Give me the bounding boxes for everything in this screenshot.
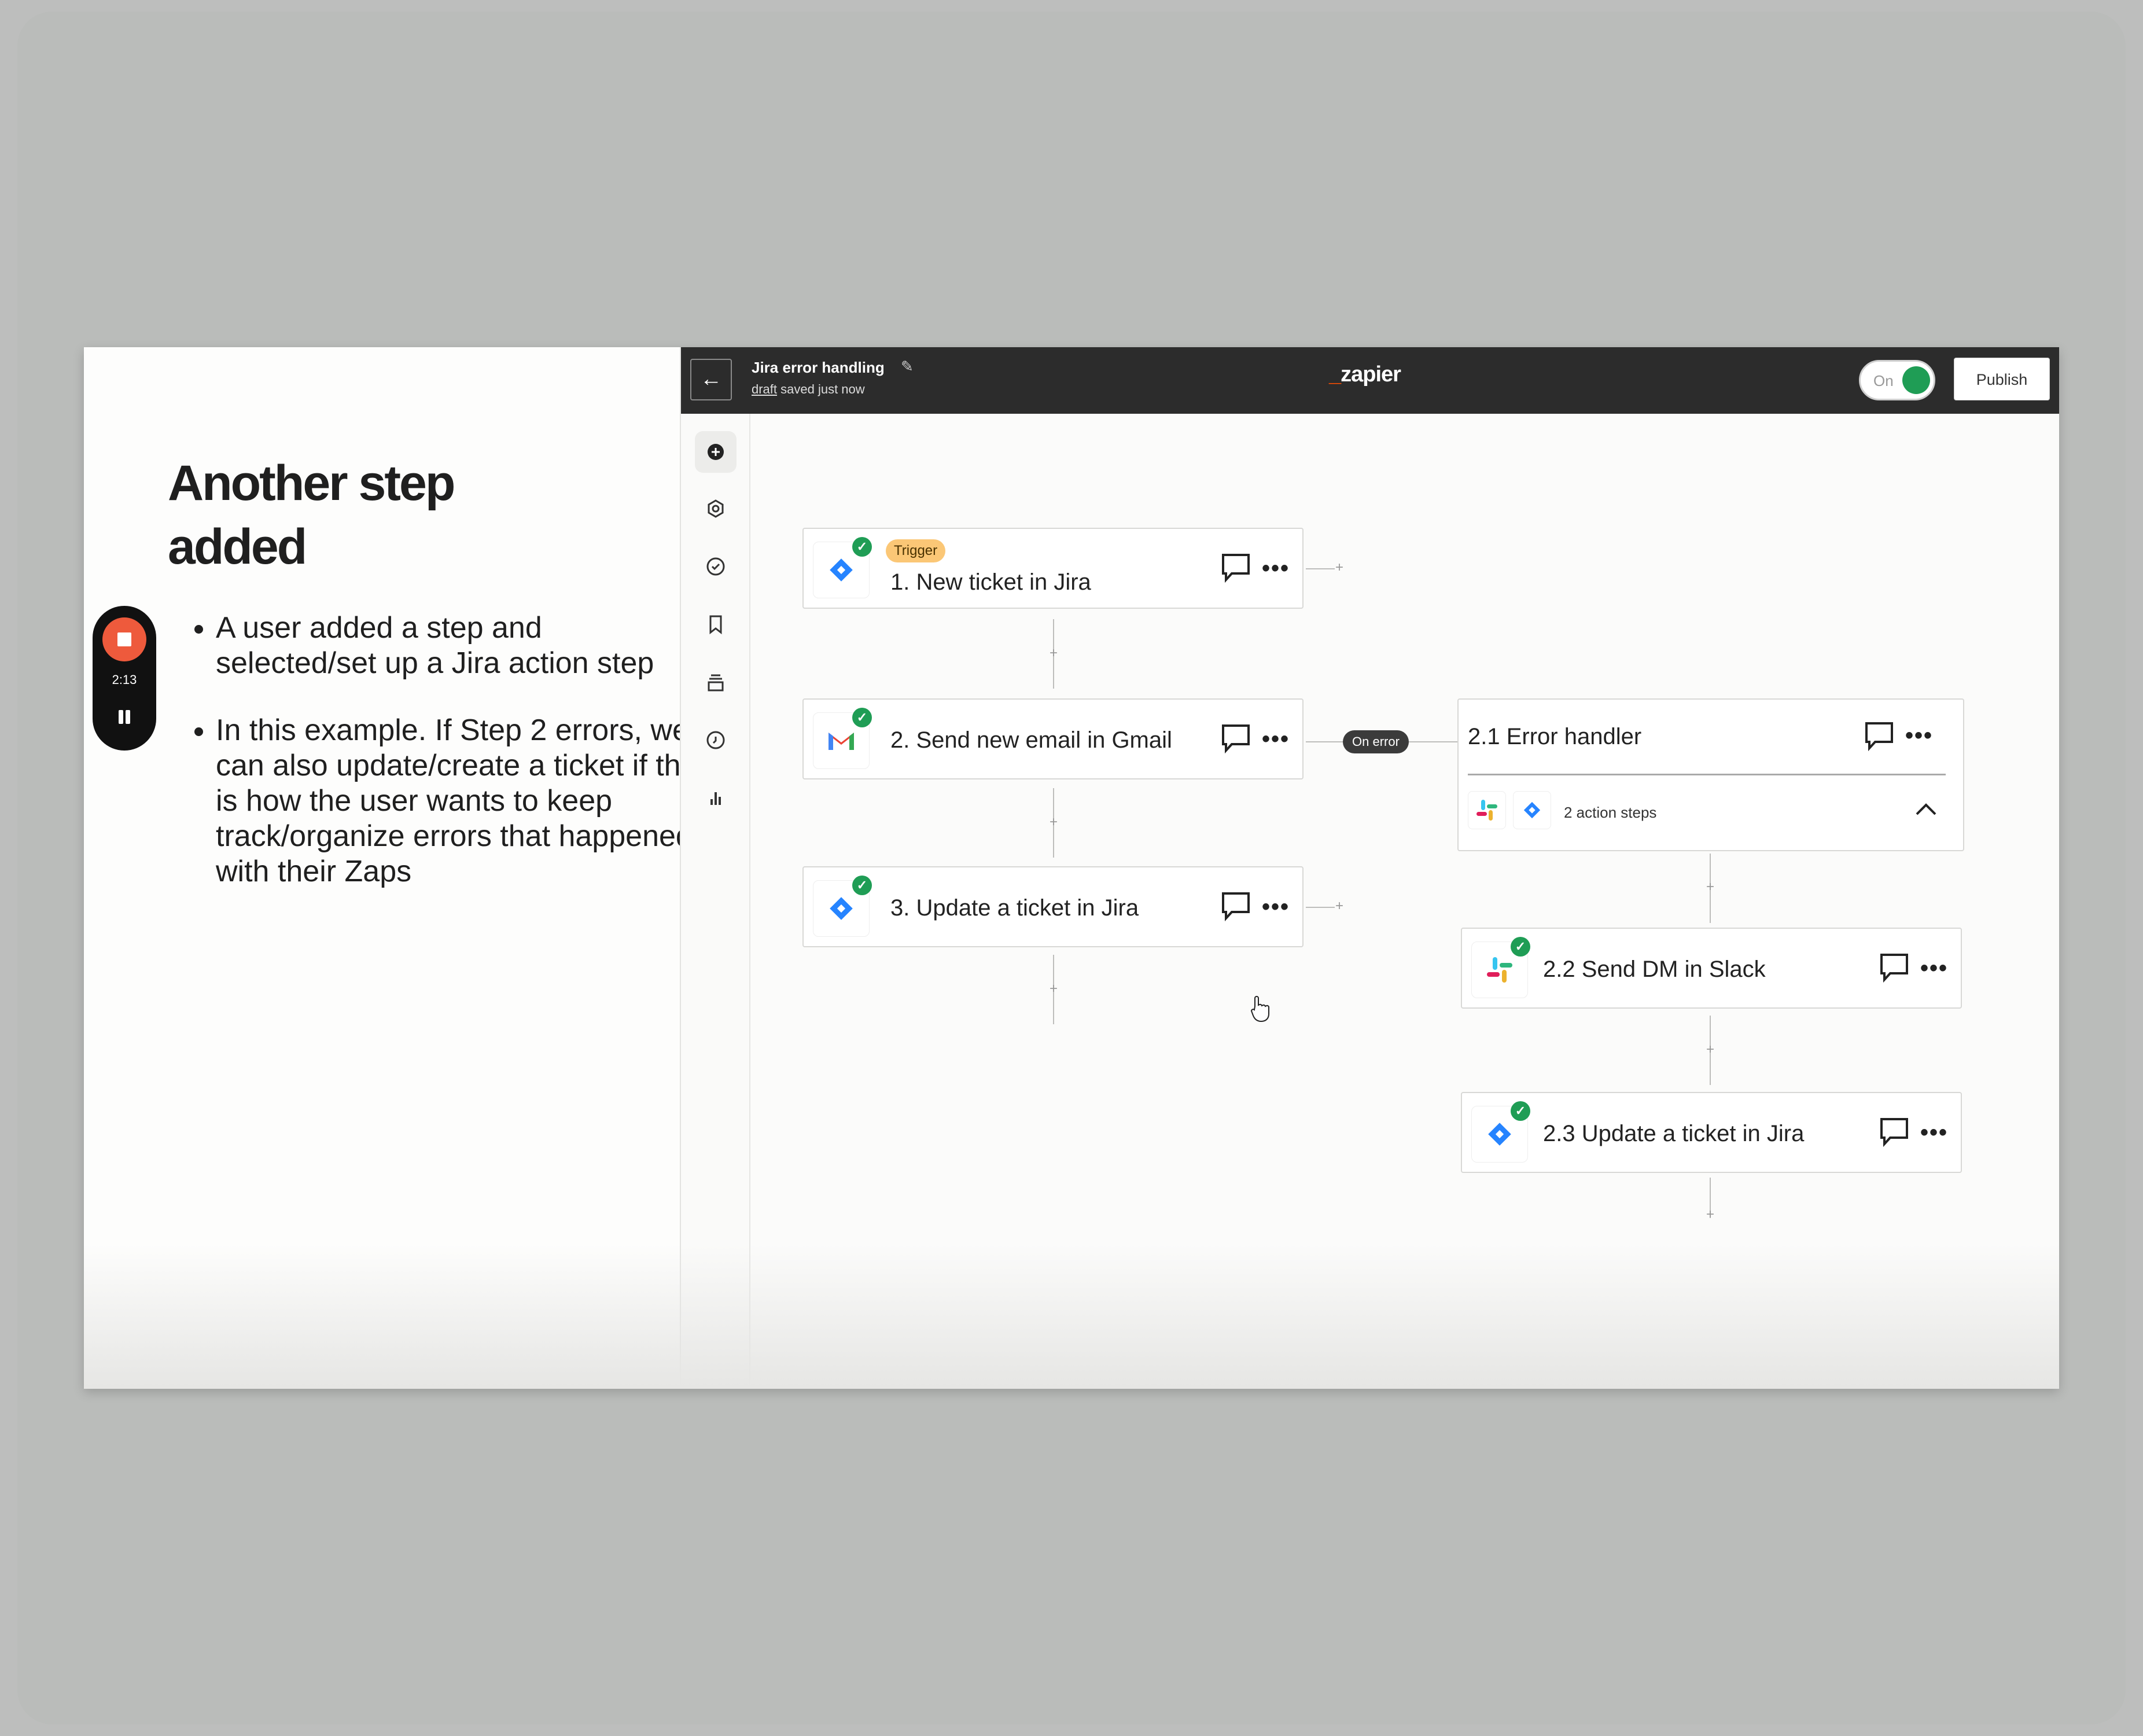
analytics-icon[interactable] xyxy=(695,777,737,819)
add-step-icon[interactable]: + xyxy=(1703,1043,1717,1057)
workflow-canvas: ✓ Trigger 1. New ticket in Jira ••• + + … xyxy=(750,414,2059,1389)
back-button[interactable]: ← xyxy=(690,359,732,400)
action-steps-count: 2 action steps xyxy=(1564,804,1657,821)
settings-icon[interactable] xyxy=(695,488,737,529)
hand-cursor-icon xyxy=(1250,996,1269,1023)
step-title: 1. New ticket in Jira xyxy=(890,569,1091,595)
pause-icon[interactable] xyxy=(115,708,134,726)
comment-icon[interactable] xyxy=(1864,720,1895,752)
versions-icon[interactable] xyxy=(695,661,737,703)
check-icon: ✓ xyxy=(852,876,872,895)
check-icon: ✓ xyxy=(1511,937,1530,957)
check-icon: ✓ xyxy=(852,537,872,557)
stop-recording-button[interactable] xyxy=(102,617,146,661)
connector xyxy=(1306,907,1335,908)
add-path-icon[interactable]: + xyxy=(1332,561,1346,575)
step-title: 2. Send new email in Gmail xyxy=(890,727,1172,753)
comment-icon[interactable] xyxy=(1879,952,1910,983)
draft-link[interactable]: draft xyxy=(752,382,777,396)
zapier-logo: _zapier xyxy=(1329,362,1401,387)
recording-timer: 2:13 xyxy=(112,672,137,687)
slide: Another step added A user added a step a… xyxy=(84,347,2059,1389)
check-circle-icon[interactable] xyxy=(695,546,737,587)
comment-icon[interactable] xyxy=(1220,723,1251,754)
more-options-icon[interactable]: ••• xyxy=(1920,1120,1948,1146)
check-icon: ✓ xyxy=(852,708,872,727)
more-options-icon[interactable]: ••• xyxy=(1920,955,1948,981)
bookmark-icon[interactable] xyxy=(695,604,737,645)
add-path-icon[interactable]: + xyxy=(1332,899,1346,913)
connector xyxy=(1306,568,1335,569)
editor-sidebar xyxy=(681,414,750,1389)
more-options-icon[interactable]: ••• xyxy=(1262,894,1290,920)
step-card-jira-branch[interactable]: ✓ 2.3 Update a ticket in Jira ••• xyxy=(1461,1092,1962,1173)
more-options-icon[interactable]: ••• xyxy=(1905,723,1933,749)
bullet-item: In this example. If Step 2 errors, we ca… xyxy=(216,713,708,889)
comment-icon[interactable] xyxy=(1879,1116,1910,1147)
publish-button[interactable]: Publish xyxy=(1954,358,2050,400)
trigger-badge: Trigger xyxy=(886,539,946,562)
add-step-icon[interactable]: + xyxy=(1703,880,1717,894)
step-card-gmail[interactable]: ✓ 2. Send new email in Gmail ••• xyxy=(802,698,1304,779)
error-handler-card[interactable]: 2.1 Error handler ••• 2 action steps xyxy=(1457,698,1964,851)
check-icon: ✓ xyxy=(1511,1101,1530,1121)
more-options-icon[interactable]: ••• xyxy=(1262,556,1290,582)
screen-recorder-widget: 2:13 xyxy=(93,606,156,751)
history-icon[interactable] xyxy=(695,719,737,761)
step-card-trigger[interactable]: ✓ Trigger 1. New ticket in Jira ••• xyxy=(802,528,1304,609)
more-options-icon[interactable]: ••• xyxy=(1262,726,1290,752)
add-step-icon[interactable]: + xyxy=(1047,815,1061,829)
step-title: 3. Update a ticket in Jira xyxy=(890,895,1139,921)
slack-icon xyxy=(1468,791,1506,829)
comment-icon[interactable] xyxy=(1220,552,1251,583)
bullet-list: A user added a step and selected/set up … xyxy=(171,610,708,921)
divider xyxy=(1468,774,1946,775)
editor-header: ← Jira error handling ✎ draft saved just… xyxy=(681,347,2059,414)
zap-on-toggle[interactable]: On xyxy=(1859,360,1935,400)
zap-name[interactable]: Jira error handling xyxy=(752,359,885,377)
on-error-badge[interactable]: On error xyxy=(1343,730,1409,753)
jira-icon xyxy=(1513,791,1551,829)
save-status-text: saved just now xyxy=(777,382,865,396)
save-status: draft saved just now xyxy=(752,382,865,397)
bullet-item: A user added a step and selected/set up … xyxy=(216,610,708,681)
error-handler-title: 2.1 Error handler xyxy=(1468,724,1642,749)
pencil-icon[interactable]: ✎ xyxy=(901,358,914,376)
zap-editor: ← Jira error handling ✎ draft saved just… xyxy=(680,347,2059,1389)
chevron-up-icon[interactable] xyxy=(1910,793,1942,826)
comment-icon[interactable] xyxy=(1220,891,1251,922)
step-card-slack[interactable]: ✓ 2.2 Send DM in Slack ••• xyxy=(1461,928,1962,1009)
add-icon[interactable] xyxy=(695,431,737,473)
toggle-knob xyxy=(1902,366,1930,394)
step-title: 2.3 Update a ticket in Jira xyxy=(1543,1121,1805,1146)
slide-title: Another step added xyxy=(168,455,455,575)
toggle-label: On xyxy=(1873,372,1894,389)
add-step-icon[interactable]: + xyxy=(1047,982,1061,996)
step-title: 2.2 Send DM in Slack xyxy=(1543,957,1766,982)
step-card-jira-update[interactable]: ✓ 3. Update a ticket in Jira ••• xyxy=(802,866,1304,947)
add-step-icon[interactable]: + xyxy=(1047,646,1061,660)
add-step-icon[interactable]: + xyxy=(1703,1208,1717,1222)
slide-text-panel: Another step added A user added a step a… xyxy=(84,347,702,1389)
